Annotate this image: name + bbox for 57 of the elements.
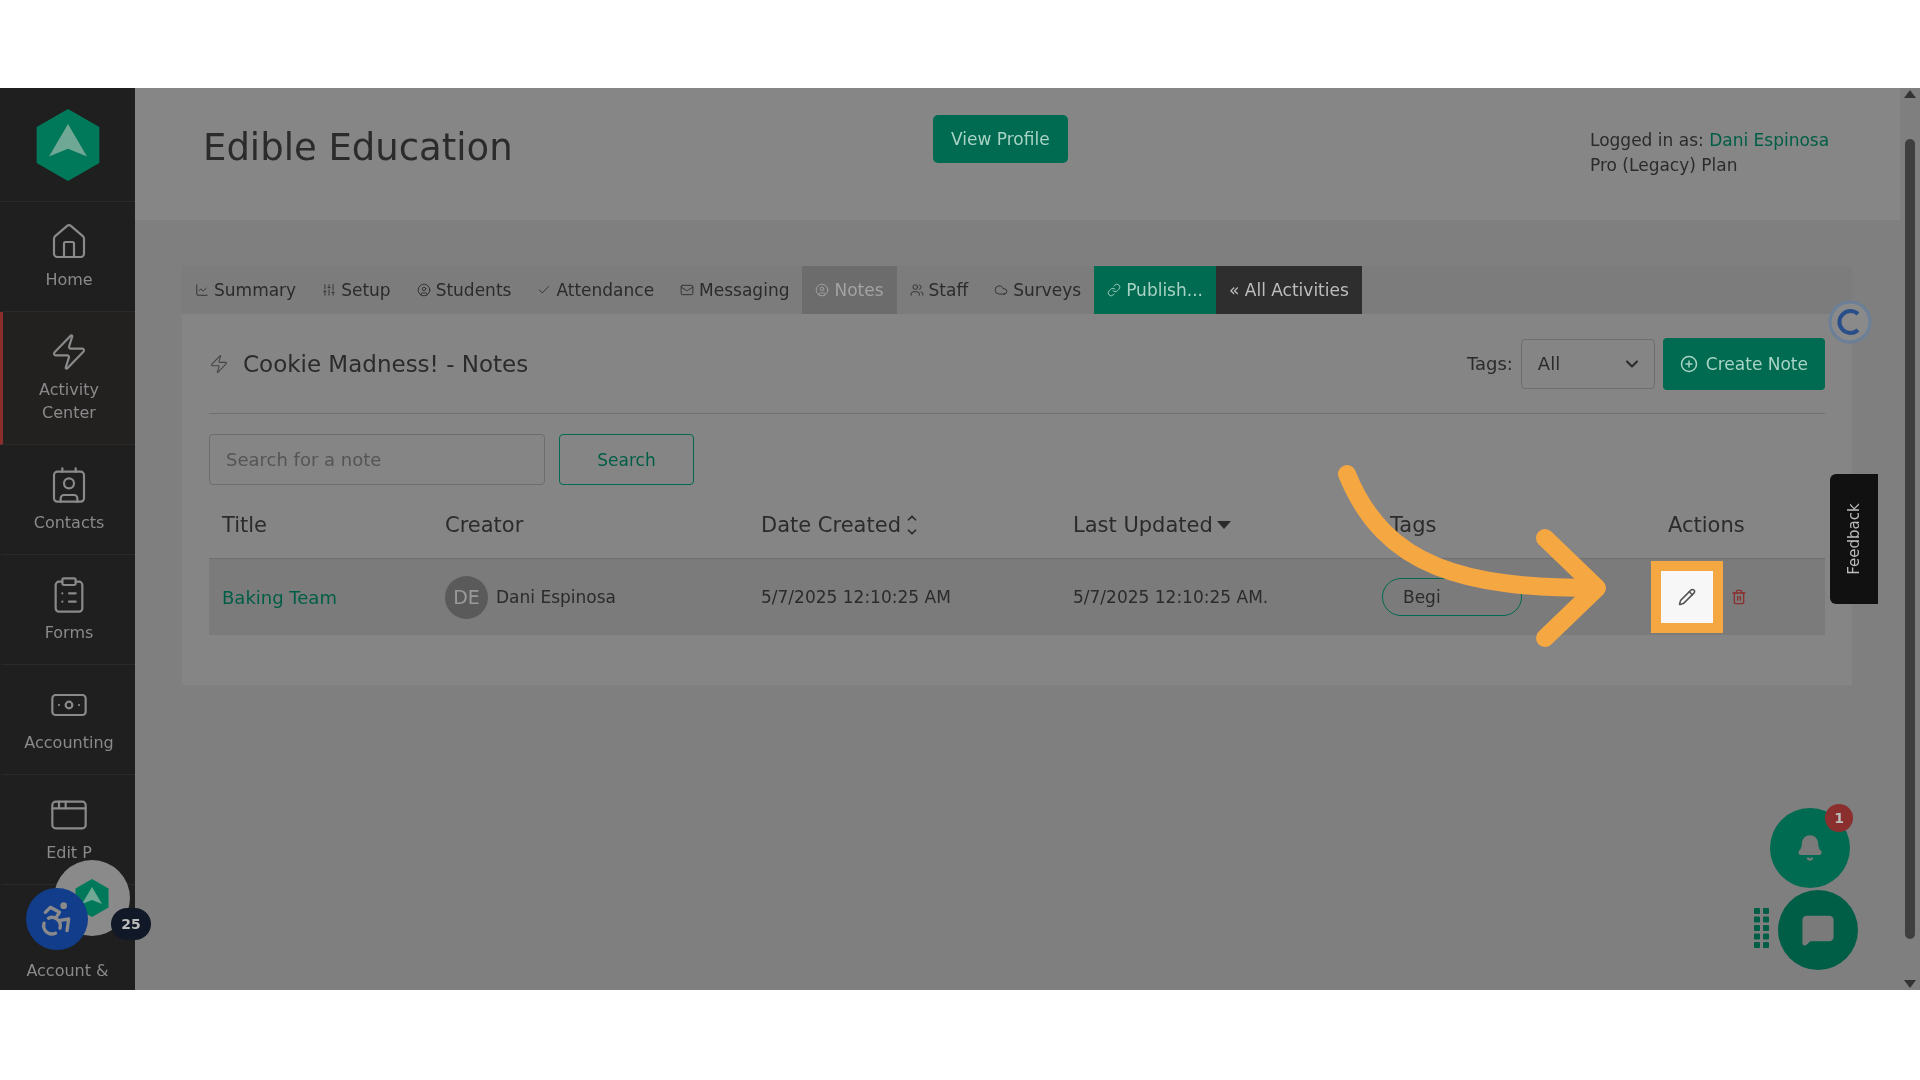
sliders-icon	[322, 283, 337, 297]
bell-icon	[1796, 834, 1824, 862]
column-header: Title	[222, 512, 267, 537]
tags-select[interactable]: All	[1520, 338, 1655, 389]
search-button[interactable]: Search	[559, 434, 694, 485]
scroll-down-icon[interactable]	[1904, 980, 1916, 988]
column-header: Date Created	[761, 512, 901, 537]
sidebar-item[interactable]: Contacts	[19, 511, 119, 534]
table-cell: 5/7/2025 12:10:25 AM.	[1073, 587, 1269, 607]
sidebar-item[interactable]: Accounting	[19, 731, 119, 754]
column-header: Last Updated	[1073, 512, 1213, 537]
scroll-up-icon[interactable]	[1904, 90, 1916, 98]
tab[interactable]: Surveys	[981, 266, 1095, 314]
tab[interactable]: Summary	[182, 266, 310, 314]
page-title: Edible Education	[203, 126, 514, 169]
feedback-tab[interactable]: Feedback	[1830, 474, 1878, 604]
plan-text: Pro (Legacy) Plan	[1590, 154, 1739, 177]
tab[interactable]: Attendance	[524, 266, 668, 314]
create-note-button[interactable]: Create Note	[1662, 337, 1825, 390]
logged-in-text: Logged in as: Dani Espinosa	[1590, 129, 1831, 152]
avatar: DE	[445, 575, 488, 619]
refresh-icon[interactable]	[1828, 300, 1872, 344]
users-icon	[909, 283, 924, 297]
tags-label: Tags:	[1466, 353, 1513, 374]
link-icon	[1107, 283, 1122, 297]
check-icon	[537, 283, 552, 297]
tab[interactable]: Staff	[896, 266, 982, 314]
column-header: Creator	[445, 512, 524, 537]
tab[interactable]: Students	[403, 266, 525, 314]
column-header: Actions	[1668, 512, 1745, 537]
user-circle-icon	[416, 283, 431, 297]
creator-name: Dani Espinosa	[496, 587, 616, 607]
tab[interactable]: Messaging	[667, 266, 803, 314]
chat-bubble-icon	[1801, 913, 1835, 947]
grid-dots-icon[interactable]	[1754, 908, 1770, 948]
user-circle-icon	[815, 283, 830, 297]
notification-badge: 1	[1825, 804, 1853, 832]
tab[interactable]: Publish...	[1094, 266, 1216, 314]
table-cell: 5/7/2025 12:10:25 AM	[761, 587, 951, 607]
user-link[interactable]: Dani Espinosa	[1709, 130, 1830, 150]
sort-down-icon[interactable]	[1216, 520, 1231, 529]
column-header: Tags	[1390, 512, 1437, 537]
tab[interactable]: « All Activities	[1215, 266, 1362, 314]
sidebar-item[interactable]: Home	[19, 268, 119, 291]
tab[interactable]: Setup	[309, 266, 404, 314]
scrollbar-thumb[interactable]	[1905, 139, 1915, 939]
mail-icon	[680, 283, 695, 297]
cloud-icon	[994, 283, 1009, 297]
chart-icon	[195, 283, 209, 297]
sidebar-item[interactable]: Edit P	[19, 841, 119, 864]
panel-title: Cookie Madness! - Notes	[243, 350, 529, 377]
pencil-icon	[1678, 588, 1696, 606]
lightning-icon	[209, 353, 229, 374]
view-profile-button[interactable]: View Profile	[933, 115, 1068, 163]
sidebar-item[interactable]: Forms	[19, 621, 119, 644]
sidebar-item[interactable]: Account &	[17, 959, 118, 982]
plus-circle-icon	[1679, 354, 1698, 373]
